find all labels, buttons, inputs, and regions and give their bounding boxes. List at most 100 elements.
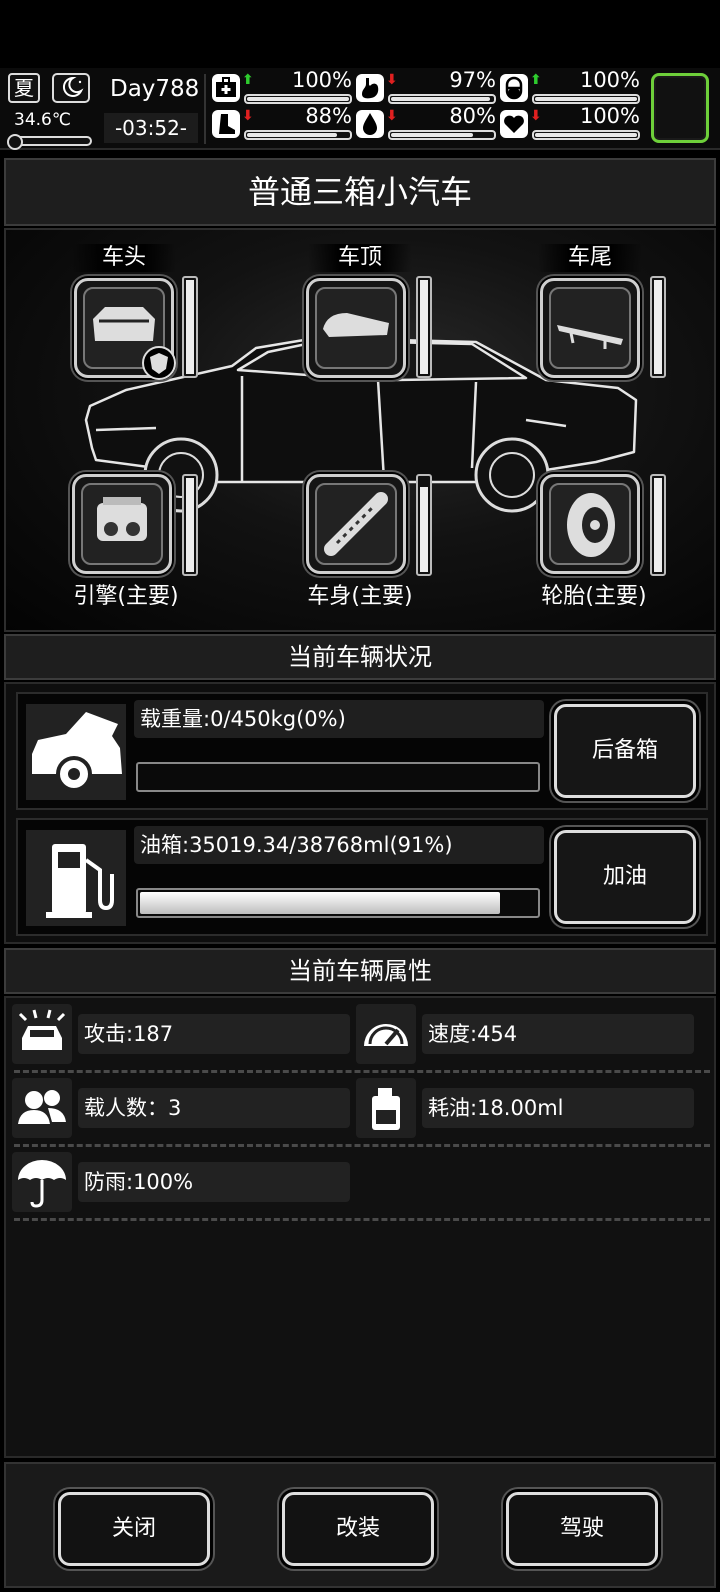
stat-mood[interactable]: ⬇ 100% <box>500 104 640 142</box>
trunk-button[interactable]: 后备箱 <box>554 704 696 798</box>
fuel-progress-bar <box>136 888 540 918</box>
vehicle-attributes-panel: 攻击:187 速度:454 载人数：3 耗油:18.00ml 防雨:100% <box>4 996 716 1458</box>
speedometer-icon <box>356 1004 416 1064</box>
boot-icon <box>212 110 240 138</box>
part-slot-roof[interactable] <box>306 278 406 378</box>
attr-speed: 速度:454 <box>356 1004 696 1064</box>
stat-hunger[interactable]: ⬇ 97% <box>356 68 496 106</box>
durability-bar-engine <box>182 474 198 576</box>
modify-button[interactable]: 改装 <box>282 1492 434 1566</box>
stat-value: 100% <box>579 104 640 128</box>
passengers-value: 载人数：3 <box>78 1088 350 1128</box>
attr-attack: 攻击:187 <box>12 1004 352 1064</box>
water-drop-icon <box>356 110 384 138</box>
drive-button[interactable]: 驾驶 <box>506 1492 658 1566</box>
stat-bar <box>244 94 352 104</box>
page-title: 普通三箱小汽车 <box>4 158 716 226</box>
refuel-button[interactable]: 加油 <box>554 830 696 924</box>
stat-value: 100% <box>579 68 640 92</box>
heart-icon <box>500 110 528 138</box>
part-label-body: 车身(主要) <box>307 584 413 609</box>
temperature-readout: 34.6℃ <box>14 110 71 130</box>
tire-icon <box>549 483 631 565</box>
oil-can-icon <box>356 1078 416 1138</box>
car-trunk-icon <box>26 704 126 800</box>
section-title-status: 当前车辆状况 <box>4 634 716 680</box>
part-label-tire: 轮胎(主要) <box>541 584 647 609</box>
trend-up-icon: ⬆ <box>242 72 254 88</box>
rainproof-value: 防雨:100% <box>78 1162 350 1202</box>
trend-down-icon: ⬇ <box>386 72 398 88</box>
close-button[interactable]: 关闭 <box>58 1492 210 1566</box>
stomach-icon <box>356 74 384 102</box>
medkit-icon <box>212 74 240 102</box>
divider <box>14 1218 710 1221</box>
section-title-attributes: 当前车辆属性 <box>4 948 716 994</box>
spoiler-icon <box>549 287 631 369</box>
stat-value: 80% <box>449 104 496 128</box>
season-indicator: 夏 <box>8 73 40 103</box>
moon-icon <box>52 73 90 103</box>
stat-stamina[interactable]: ⬇ 88% <box>212 104 352 142</box>
trend-down-icon: ⬇ <box>530 108 542 124</box>
load-progress-bar <box>136 762 540 792</box>
day-counter: Day788 <box>110 76 200 102</box>
part-label-rear: 车尾 <box>538 244 642 272</box>
stat-value: 88% <box>305 104 352 128</box>
fuel-consumption-value: 耗油:18.00ml <box>422 1088 694 1128</box>
stat-value: 100% <box>291 68 352 92</box>
divider <box>14 1070 710 1073</box>
durability-bar-roof <box>416 276 432 378</box>
engine-icon <box>81 483 163 565</box>
shield-icon <box>142 346 176 380</box>
equipment-slot[interactable] <box>651 73 709 143</box>
fuel-text: 油箱:35019.34/38768ml(91%) <box>134 826 544 864</box>
stat-immunity[interactable]: ⬆ 100% <box>500 68 640 106</box>
trend-up-icon: ⬆ <box>530 72 542 88</box>
trend-down-icon: ⬇ <box>242 108 254 124</box>
attr-fuel-consumption: 耗油:18.00ml <box>356 1078 696 1138</box>
thermometer-icon <box>7 134 92 150</box>
speed-value: 速度:454 <box>422 1014 694 1054</box>
stat-bar <box>532 94 640 104</box>
car-crash-icon <box>12 1004 72 1064</box>
vehicle-status-panel: 载重量:0/450kg(0%) 后备箱 油箱:35019.34/38768ml(… <box>4 682 716 944</box>
part-slot-tire[interactable] <box>540 474 640 574</box>
fuel-row: 油箱:35019.34/38768ml(91%) 加油 <box>16 818 708 936</box>
umbrella-icon <box>12 1152 72 1212</box>
attr-passengers: 载人数：3 <box>12 1078 352 1138</box>
stat-bar <box>388 130 496 140</box>
part-label-roof: 车顶 <box>308 244 412 272</box>
part-slot-front[interactable] <box>74 278 176 380</box>
durability-bar-tire <box>650 474 666 576</box>
part-slot-body[interactable] <box>306 474 406 574</box>
part-label-front: 车头 <box>72 244 176 272</box>
attack-value: 攻击:187 <box>78 1014 350 1054</box>
footer-actions: 关闭 改装 驾驶 <box>4 1462 716 1588</box>
durability-bar-rear <box>650 276 666 378</box>
part-slot-engine[interactable] <box>72 474 172 574</box>
status-bar: 夏 34.6℃ Day788 -03:52- ⬆ 100% ⬇ 97% ⬆ 10… <box>0 68 720 150</box>
part-label-engine: 引擎(主要) <box>73 584 179 609</box>
roof-box-icon <box>315 287 397 369</box>
stat-value: 97% <box>449 68 496 92</box>
fuel-pump-icon <box>26 830 126 926</box>
divider <box>204 74 206 144</box>
stat-bar <box>388 94 496 104</box>
durability-bar-body <box>416 474 432 576</box>
people-icon <box>12 1078 72 1138</box>
divider <box>14 1144 710 1147</box>
stat-health[interactable]: ⬆ 100% <box>212 68 352 106</box>
attr-rainproof: 防雨:100% <box>12 1152 352 1212</box>
load-text: 载重量:0/450kg(0%) <box>134 700 544 738</box>
capsule-icon <box>500 74 528 102</box>
stat-bar <box>244 130 352 140</box>
durability-bar-front <box>182 276 198 378</box>
clock: -03:52- <box>104 113 198 143</box>
stat-bar <box>532 130 640 140</box>
vehicle-diagram: 车头 车顶 车尾 引擎(主要) 车身(主要) 轮胎(主要) <box>4 228 716 632</box>
trend-down-icon: ⬇ <box>386 108 398 124</box>
load-row: 载重量:0/450kg(0%) 后备箱 <box>16 692 708 810</box>
stat-thirst[interactable]: ⬇ 80% <box>356 104 496 142</box>
part-slot-rear[interactable] <box>540 278 640 378</box>
